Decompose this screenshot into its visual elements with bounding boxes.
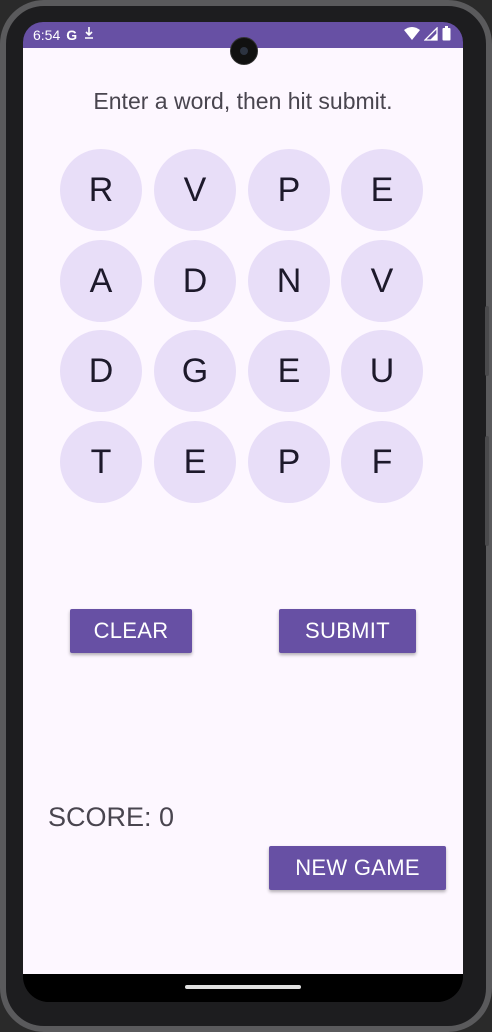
battery-icon bbox=[442, 26, 451, 44]
download-icon bbox=[83, 26, 95, 43]
status-time: 6:54 bbox=[33, 26, 61, 43]
letter-tile[interactable]: N bbox=[248, 240, 330, 322]
score-label: SCORE: 0 bbox=[48, 802, 175, 832]
letter-tile[interactable]: T bbox=[60, 421, 142, 503]
device-screen: 6:54 G Enter a word, then hit submit. R … bbox=[23, 22, 463, 1002]
power-button bbox=[485, 306, 489, 376]
letter-tile[interactable]: D bbox=[154, 240, 236, 322]
gesture-nav-bar bbox=[23, 974, 463, 1002]
letter-tile[interactable]: U bbox=[341, 330, 423, 412]
front-camera bbox=[230, 37, 258, 65]
signal-icon bbox=[423, 25, 438, 44]
instruction-text: Enter a word, then hit submit. bbox=[93, 88, 393, 114]
clear-button[interactable]: CLEAR bbox=[70, 609, 192, 653]
letter-tile[interactable]: P bbox=[248, 149, 330, 231]
letter-tile[interactable]: G bbox=[154, 330, 236, 412]
letter-grid: R V P E A D N V D G E U T E P F bbox=[60, 149, 424, 505]
letter-tile[interactable]: F bbox=[341, 421, 423, 503]
submit-button[interactable]: SUBMIT bbox=[279, 609, 416, 653]
letter-tile[interactable]: D bbox=[60, 330, 142, 412]
letter-tile[interactable]: E bbox=[154, 421, 236, 503]
letter-tile[interactable]: A bbox=[60, 240, 142, 322]
volume-button bbox=[485, 436, 489, 546]
home-handle[interactable] bbox=[185, 985, 301, 989]
letter-tile[interactable]: R bbox=[60, 149, 142, 231]
app-content: Enter a word, then hit submit. R V P E A… bbox=[23, 48, 463, 974]
letter-tile[interactable]: E bbox=[248, 330, 330, 412]
letter-tile[interactable]: V bbox=[154, 149, 236, 231]
letter-tile[interactable]: V bbox=[341, 240, 423, 322]
google-icon: G bbox=[66, 26, 78, 43]
new-game-button[interactable]: NEW GAME bbox=[269, 846, 446, 890]
wifi-icon bbox=[404, 26, 420, 44]
letter-tile[interactable]: P bbox=[248, 421, 330, 503]
letter-tile[interactable]: E bbox=[341, 149, 423, 231]
